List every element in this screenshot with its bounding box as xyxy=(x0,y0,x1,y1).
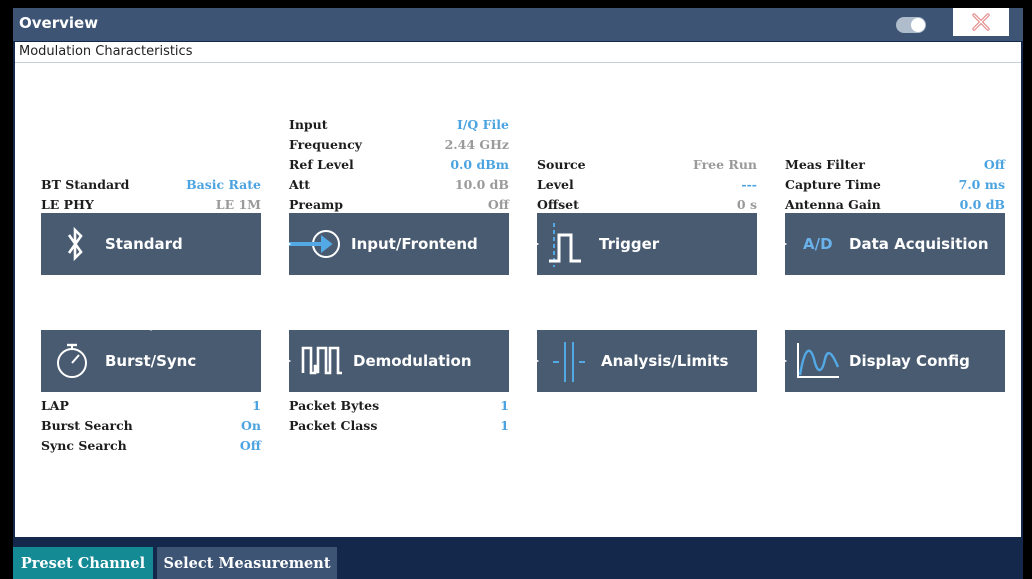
select-measurement-button[interactable]: Select Measurement xyxy=(157,547,337,579)
overview-diagram: BT Standard Basic Rate LE PHY LE 1M Input I… xyxy=(15,63,1021,537)
window-title: Overview xyxy=(19,14,99,32)
preset-channel-button[interactable]: Preset Channel xyxy=(13,547,153,579)
title-bar: Overview xyxy=(13,8,1023,41)
close-button[interactable] xyxy=(953,8,1009,36)
toggle-switch[interactable] xyxy=(896,17,926,33)
footer-bar: Preset Channel Select Measurement xyxy=(13,546,1023,579)
page-subtitle: Modulation Characteristics xyxy=(19,44,193,59)
overview-window: Overview Modulation Characteristics BT S… xyxy=(13,8,1023,579)
subtitle-bar: Modulation Characteristics xyxy=(15,42,1021,63)
flow-arrows xyxy=(145,238,896,367)
close-icon xyxy=(972,13,990,31)
